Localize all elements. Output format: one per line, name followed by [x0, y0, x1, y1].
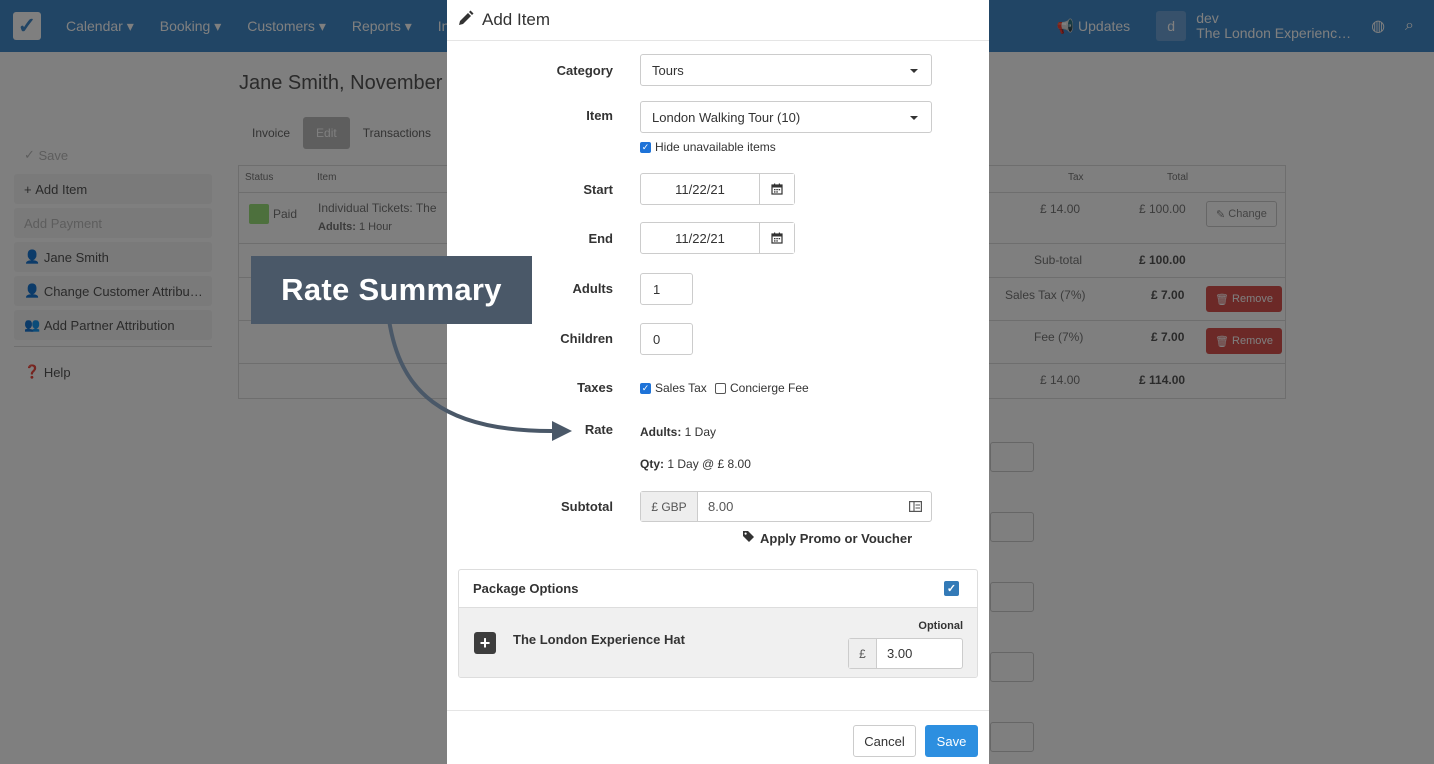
callout-arrow [387, 319, 572, 441]
